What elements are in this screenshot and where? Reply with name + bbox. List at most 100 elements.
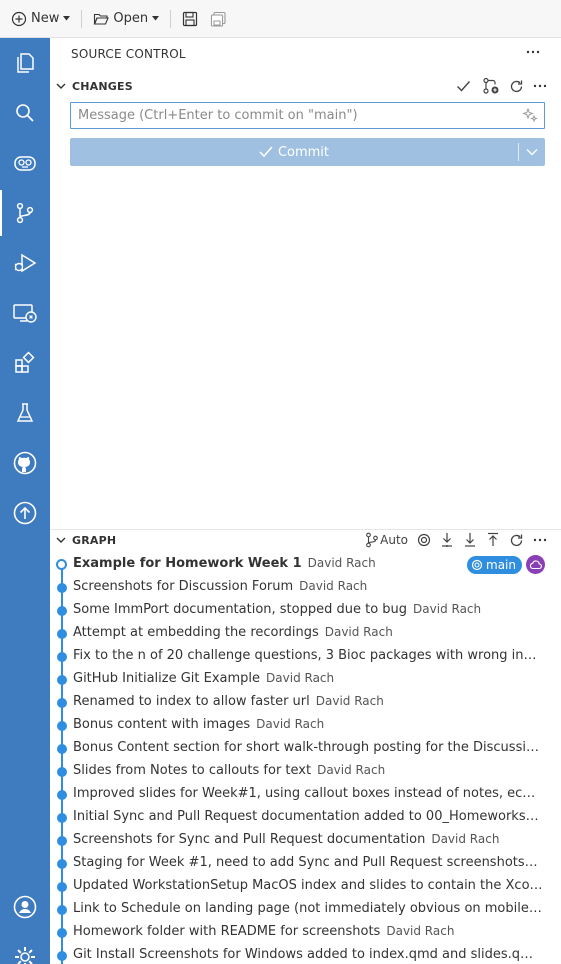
- graph-commit-row[interactable]: Example for Homework Week 1 David Rach mai…: [50, 553, 561, 576]
- chevron-down-icon: [56, 537, 66, 543]
- caret-down-icon: [152, 16, 160, 21]
- commit-text: Updated WorkstationSetup MacOS index and…: [73, 878, 543, 893]
- commit-label: Commit: [277, 144, 330, 160]
- graph-commit-row[interactable]: Staging for Week #1, need to add Sync an…: [50, 852, 561, 875]
- commit-message: Improved slides for Week#1, using callou…: [73, 786, 543, 801]
- run-debug-icon: [14, 253, 37, 273]
- graph-commit-row[interactable]: Screenshots for Discussion Forum David Ra…: [50, 576, 561, 599]
- source-control-icon: [16, 202, 34, 224]
- activity-github[interactable]: [0, 438, 50, 488]
- activity-accounts[interactable]: [0, 882, 50, 932]
- graph-commit-node: [57, 744, 67, 754]
- activity-run-debug[interactable]: [0, 238, 50, 288]
- commit-message: Initial Sync and Pull Request documentat…: [73, 809, 539, 824]
- target-icon: [417, 533, 431, 547]
- commit-message: Homework folder with README for screensh…: [73, 924, 381, 939]
- activity-search[interactable]: [0, 88, 50, 138]
- commit-message: Bonus content with images: [73, 717, 251, 732]
- chevron-down-icon: [526, 149, 538, 156]
- sparkle-icon: [522, 107, 538, 123]
- graph-commit-row[interactable]: Some ImmPort documentation, stopped due …: [50, 599, 561, 622]
- commit-check-button[interactable]: [456, 79, 471, 93]
- search-icon: [16, 104, 34, 122]
- changes-section-header[interactable]: CHANGES: [50, 75, 561, 97]
- new-button[interactable]: New: [8, 6, 73, 32]
- commit-button[interactable]: Commit: [70, 145, 518, 160]
- create-pull-request-button[interactable]: [482, 77, 500, 95]
- publish-icon: [13, 501, 37, 525]
- changes-more-button[interactable]: [533, 79, 547, 93]
- remote-explorer-icon: [13, 304, 37, 323]
- activity-copilot[interactable]: [0, 138, 50, 188]
- graph-target-button[interactable]: [417, 533, 431, 547]
- graph-fetch-button[interactable]: [440, 532, 454, 548]
- top-toolbar: New Open: [0, 0, 561, 38]
- account-icon: [13, 895, 37, 919]
- commit-dropdown-button[interactable]: [519, 148, 545, 156]
- commit-message: Example for Homework Week 1: [73, 556, 302, 571]
- target-icon: [471, 559, 483, 570]
- graph-auto-button[interactable]: Auto: [365, 532, 408, 548]
- graph-commit-row[interactable]: Git Install Screenshots for Windows adde…: [50, 944, 561, 964]
- view-more-actions-button[interactable]: [525, 44, 541, 63]
- commit-message-input[interactable]: [71, 103, 511, 128]
- graph-refresh-button[interactable]: [509, 533, 524, 548]
- activity-extensions[interactable]: [0, 338, 50, 388]
- commit-message: Git Install Screenshots for Windows adde…: [73, 947, 543, 962]
- graph-commit-row[interactable]: Homework folder with README for screensh…: [50, 921, 561, 944]
- open-label: Open: [113, 11, 149, 26]
- graph-commit-node: [57, 951, 67, 961]
- graph-commit-row[interactable]: Updated WorkstationSetup MacOS index and…: [50, 875, 561, 898]
- activity-source-control[interactable]: [0, 188, 50, 238]
- graph-commit-row[interactable]: Renamed to index to allow faster url Davi…: [50, 691, 561, 714]
- graph-more-button[interactable]: [533, 533, 547, 547]
- commit-text: Staging for Week #1, need to add Sync an…: [73, 855, 543, 870]
- save-all-button[interactable]: [207, 6, 230, 32]
- graph-pull-button[interactable]: [463, 532, 477, 548]
- commit-text: Slides from Notes to callouts for text Da…: [73, 763, 543, 778]
- activity-manage[interactable]: [0, 932, 50, 964]
- push-icon: [488, 532, 498, 546]
- activity-publish[interactable]: [0, 488, 50, 538]
- pull-icon: [465, 533, 475, 547]
- commit-message: Updated WorkstationSetup MacOS index and…: [73, 878, 543, 893]
- open-button[interactable]: Open: [90, 6, 162, 32]
- graph-commit-row[interactable]: Bonus Content section for short walk-thr…: [50, 737, 561, 760]
- graph-commit-node: [57, 859, 67, 869]
- graph-push-button[interactable]: [486, 532, 500, 548]
- remote-badge[interactable]: [526, 555, 545, 574]
- activity-explorer[interactable]: [0, 38, 50, 88]
- graph-commit-node: [57, 928, 67, 938]
- commit-message: Bonus Content section for short walk-thr…: [73, 740, 543, 755]
- graph-commit-row[interactable]: Improved slides for Week#1, using callou…: [50, 783, 561, 806]
- activity-remote-explorer[interactable]: [0, 288, 50, 338]
- graph-commit-row[interactable]: Slides from Notes to callouts for text Da…: [50, 760, 561, 783]
- commit-message: Screenshots for Sync and Pull Request do…: [73, 832, 426, 847]
- commit-message: Attempt at embedding the recordings: [73, 625, 319, 640]
- commit-message: Some ImmPort documentation, stopped due …: [73, 602, 408, 617]
- commit-author: David Rach: [315, 694, 384, 708]
- graph-commit-row[interactable]: Bonus content with images David Rach: [50, 714, 561, 737]
- graph-commit-row[interactable]: Initial Sync and Pull Request documentat…: [50, 806, 561, 829]
- commit-text: Some ImmPort documentation, stopped due …: [73, 602, 543, 617]
- commit-author: David Rach: [256, 717, 325, 731]
- ellipsis-icon: [526, 50, 540, 54]
- save-button[interactable]: [179, 6, 201, 32]
- commit-author: David Rach: [266, 671, 335, 685]
- testing-icon: [16, 403, 34, 422]
- graph-section-header[interactable]: GRAPH Auto: [50, 529, 561, 551]
- activity-testing[interactable]: [0, 388, 50, 438]
- commit-text: Example for Homework Week 1 David Rach: [73, 556, 443, 571]
- graph-commit-row[interactable]: Fix to the n of 20 challenge questions, …: [50, 645, 561, 668]
- graph-commit-row[interactable]: Screenshots for Sync and Pull Request do…: [50, 829, 561, 852]
- refresh-button[interactable]: [509, 79, 524, 94]
- graph-commit-row[interactable]: GitHub Initialize Git Example David Rach: [50, 668, 561, 691]
- generate-message-button[interactable]: [522, 107, 538, 126]
- commit-message: Fix to the n of 20 challenge questions, …: [73, 648, 543, 663]
- activity-bar: [0, 38, 50, 964]
- toolbar-divider: [81, 9, 83, 28]
- graph-commit-node: [57, 606, 67, 616]
- branch-badge[interactable]: main: [467, 555, 522, 574]
- graph-commit-row[interactable]: Attempt at embedding the recordings David…: [50, 622, 561, 645]
- graph-commit-row[interactable]: Link to Schedule on landing page (not im…: [50, 898, 561, 921]
